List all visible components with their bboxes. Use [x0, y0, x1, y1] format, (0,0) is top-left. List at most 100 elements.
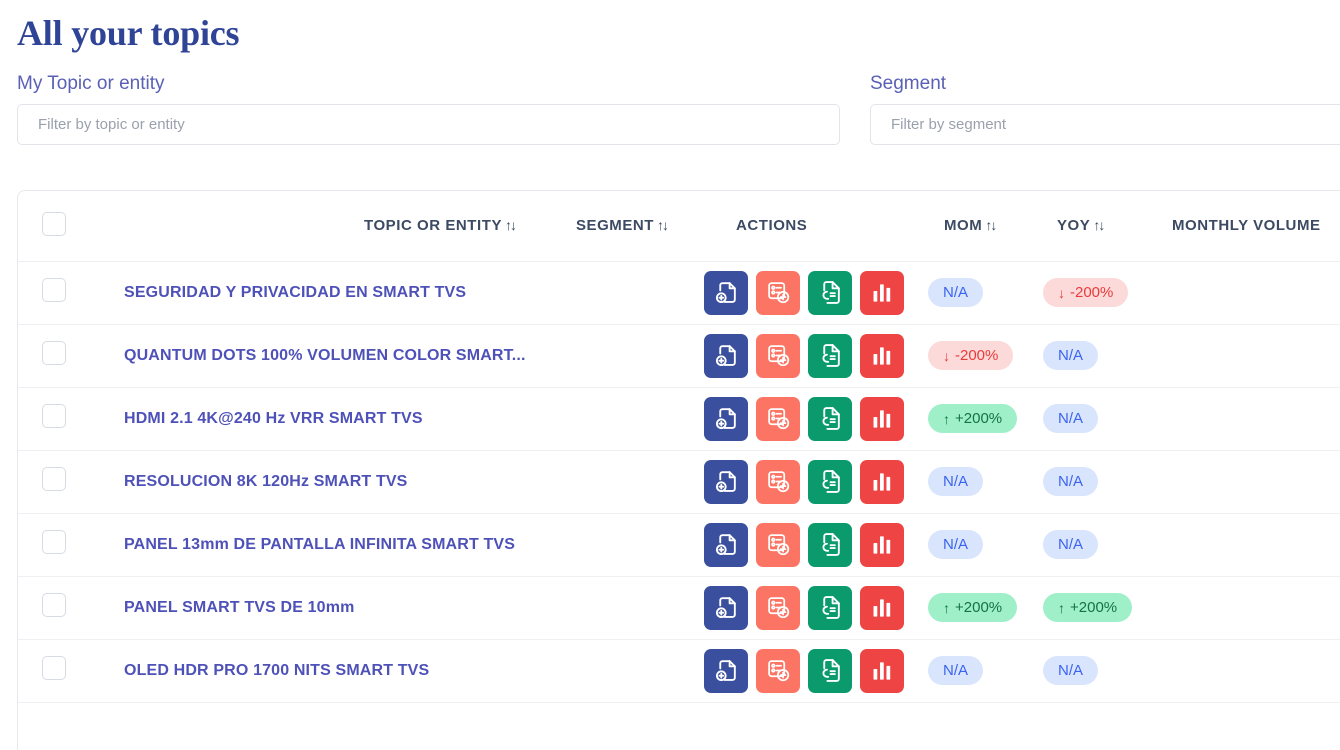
bar-chart-icon	[870, 406, 895, 431]
topic-link[interactable]: RESOLUCION 8K 120Hz SMART TVS	[90, 473, 570, 491]
header-monthly-volume[interactable]: MONTHLY VOLUME	[1148, 191, 1340, 262]
mom-badge-label: +200%	[955, 410, 1003, 427]
link-document-button[interactable]	[808, 585, 852, 630]
bar-chart-button[interactable]	[860, 522, 904, 567]
actions-cell	[700, 387, 924, 451]
topic-link[interactable]: PANEL 13mm DE PANTALLA INFINITA SMART TV…	[90, 536, 570, 554]
monthly-volume-cell	[1148, 450, 1340, 514]
header-actions-label: ACTIONS	[736, 217, 808, 235]
add-report-button[interactable]	[756, 270, 800, 315]
add-report-button[interactable]	[756, 648, 800, 693]
link-document-button[interactable]	[808, 270, 852, 315]
sort-arrows-icon: ↑↓	[657, 217, 669, 234]
topic-link[interactable]: HDMI 2.1 4K@240 Hz VRR SMART TVS	[90, 410, 570, 428]
topic-link[interactable]: SEGURIDAD Y PRIVACIDAD EN SMART TVS	[90, 284, 570, 302]
yoy-badge-label: N/A	[1058, 536, 1084, 553]
bar-chart-icon	[870, 595, 895, 620]
action-button-group	[704, 270, 924, 315]
add-document-button[interactable]	[704, 459, 748, 504]
row-checkbox[interactable]	[42, 341, 66, 365]
row-checkbox[interactable]	[42, 404, 66, 428]
table-row: PANEL SMART TVS DE 10mm ↑ +200% ↑ +200%	[18, 576, 1340, 640]
mom-cell: N/A	[924, 639, 1033, 703]
topic-filter-input[interactable]	[17, 104, 840, 146]
header-mom[interactable]: MOM ↑↓	[924, 191, 1033, 262]
mom-cell: ↓ -200%	[924, 324, 1033, 388]
header-topic-label: TOPIC OR ENTITY	[364, 217, 502, 235]
topic-link[interactable]: QUANTUM DOTS 100% VOLUMEN COLOR SMART...	[90, 347, 570, 365]
add-report-button[interactable]	[756, 333, 800, 378]
add-report-button[interactable]	[756, 585, 800, 630]
actions-cell	[700, 639, 924, 703]
select-all-checkbox[interactable]	[42, 211, 66, 236]
add-report-button[interactable]	[756, 522, 800, 567]
link-document-icon	[818, 532, 843, 557]
row-checkbox[interactable]	[42, 656, 66, 680]
row-checkbox[interactable]	[42, 278, 66, 302]
add-document-button[interactable]	[704, 333, 748, 378]
add-document-icon	[714, 532, 739, 557]
topic-filter-label: My Topic or entity	[17, 73, 165, 95]
header-segment-label: SEGMENT	[575, 217, 654, 235]
topic-filter-group: My Topic or entity	[17, 73, 840, 146]
table-row: OLED HDR PRO 1700 NITS SMART TVS N/A N/A	[18, 639, 1340, 703]
bar-chart-button[interactable]	[860, 396, 904, 441]
action-button-group	[704, 585, 924, 630]
yoy-badge: N/A	[1043, 467, 1099, 496]
add-document-icon	[714, 343, 739, 368]
link-document-button[interactable]	[808, 333, 852, 378]
filters-bar: My Topic or entity Segment	[0, 73, 1340, 146]
row-checkbox[interactable]	[42, 467, 66, 491]
link-document-button[interactable]	[808, 396, 852, 441]
yoy-badge-label: N/A	[1058, 410, 1084, 427]
add-document-icon	[714, 406, 739, 431]
monthly-volume-cell	[1148, 387, 1340, 451]
segment-cell	[570, 639, 700, 703]
topic-link[interactable]: OLED HDR PRO 1700 NITS SMART TVS	[90, 662, 570, 680]
link-document-icon	[818, 406, 843, 431]
row-checkbox[interactable]	[42, 530, 66, 554]
sort-arrows-icon: ↑↓	[505, 217, 517, 234]
monthly-volume-cell	[1148, 576, 1340, 640]
link-document-button[interactable]	[808, 522, 852, 567]
add-document-button[interactable]	[704, 396, 748, 441]
link-document-button[interactable]	[808, 459, 852, 504]
row-select-cell	[18, 639, 90, 703]
add-document-icon	[714, 595, 739, 620]
bar-chart-button[interactable]	[860, 459, 904, 504]
yoy-cell: ↓ -200%	[1033, 261, 1148, 325]
header-segment[interactable]: SEGMENT ↑↓	[570, 191, 700, 262]
add-document-button[interactable]	[704, 585, 748, 630]
table-head: TOPIC OR ENTITY ↑↓ SEGMENT ↑↓ ACTIONS MOM ↑…	[18, 191, 1340, 262]
topic-link[interactable]: PANEL SMART TVS DE 10mm	[90, 599, 570, 617]
add-report-button[interactable]	[756, 459, 800, 504]
add-document-icon	[714, 658, 739, 683]
arrow-down-icon: ↓	[943, 347, 950, 364]
header-yoy[interactable]: YOY ↑↓	[1033, 191, 1148, 262]
yoy-badge: N/A	[1043, 656, 1099, 685]
bar-chart-button[interactable]	[860, 585, 904, 630]
add-document-button[interactable]	[704, 648, 748, 693]
header-topic-or-entity[interactable]: TOPIC OR ENTITY ↑↓	[90, 191, 570, 262]
add-report-button[interactable]	[756, 396, 800, 441]
bar-chart-button[interactable]	[860, 270, 904, 315]
add-report-icon	[766, 343, 791, 368]
yoy-badge-label: -200%	[1070, 284, 1114, 301]
segment-filter-input[interactable]	[870, 104, 1340, 146]
mom-badge-label: +200%	[955, 599, 1003, 616]
topic-cell: SEGURIDAD Y PRIVACIDAD EN SMART TVS	[90, 261, 570, 325]
topics-table: TOPIC OR ENTITY ↑↓ SEGMENT ↑↓ ACTIONS MOM ↑…	[18, 191, 1340, 703]
add-document-button[interactable]	[704, 522, 748, 567]
bar-chart-button[interactable]	[860, 648, 904, 693]
bar-chart-button[interactable]	[860, 333, 904, 378]
row-select-cell	[18, 450, 90, 514]
yoy-cell: N/A	[1033, 639, 1148, 703]
add-document-button[interactable]	[704, 270, 748, 315]
mom-cell: ↑ +200%	[924, 387, 1033, 451]
link-document-button[interactable]	[808, 648, 852, 693]
topic-cell: OLED HDR PRO 1700 NITS SMART TVS	[90, 639, 570, 703]
mom-badge-label: N/A	[943, 662, 969, 679]
row-checkbox[interactable]	[42, 593, 66, 617]
segment-filter-group: Segment	[870, 73, 1340, 146]
row-select-cell	[18, 387, 90, 451]
